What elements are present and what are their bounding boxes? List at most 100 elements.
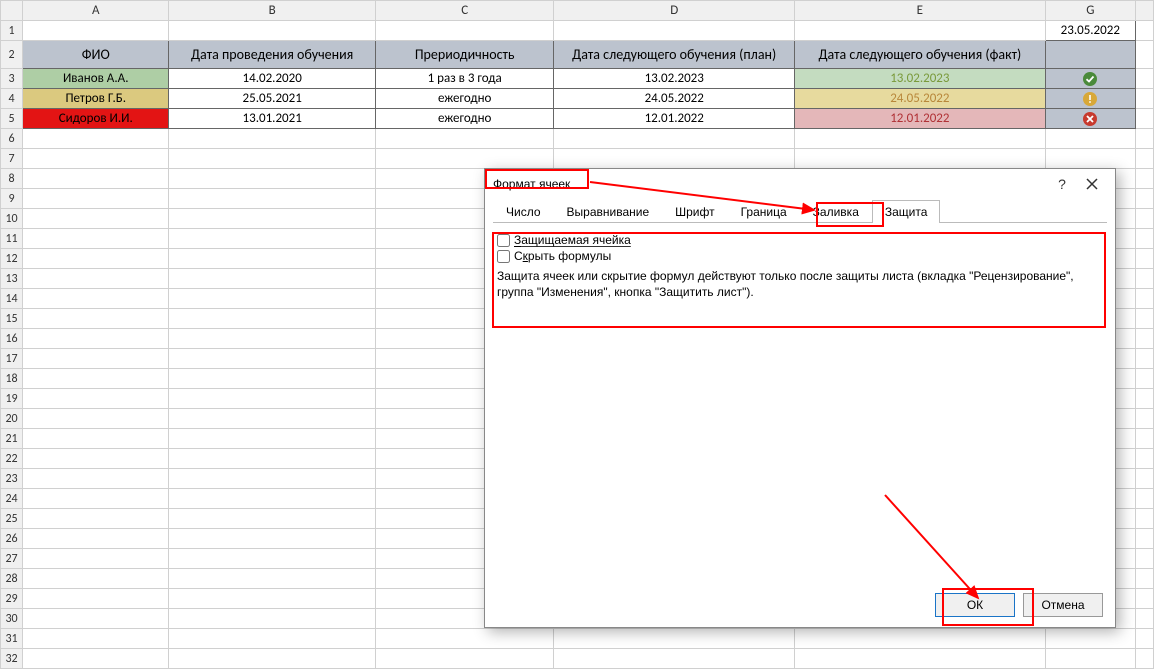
cell-r6c2[interactable] [375,129,553,149]
cell-r6c4[interactable] [795,129,1046,149]
dialog-tab-5[interactable]: Защита [872,200,941,223]
cell-r7c1[interactable] [169,149,376,169]
row-header-2[interactable]: 2 [1,41,23,69]
cell-r29c0[interactable] [23,589,169,609]
column-headers[interactable]: A B C D E G [1,1,1154,21]
cell-r30c0[interactable] [23,609,169,629]
cell-r26c1[interactable] [169,529,376,549]
cell-H4[interactable] [1135,89,1153,109]
cell-D1[interactable] [554,21,795,41]
row-header-3[interactable]: 3 [1,69,23,89]
cell-r32c6[interactable] [1135,649,1153,669]
cell-r8c0[interactable] [23,169,169,189]
cell-B1[interactable] [169,21,376,41]
cell-r30c6[interactable] [1135,609,1153,629]
cell-E2[interactable]: Дата следующего обучения (факт) [795,41,1046,69]
cell-r31c6[interactable] [1135,629,1153,649]
row-header-23[interactable]: 23 [1,469,23,489]
cell-r32c3[interactable] [554,649,795,669]
ok-button[interactable]: ОК [935,593,1015,617]
cell-r7c4[interactable] [795,149,1046,169]
row-header-10[interactable]: 10 [1,209,23,229]
cell-r25c0[interactable] [23,509,169,529]
cell-r11c1[interactable] [169,229,376,249]
row-header-4[interactable]: 4 [1,89,23,109]
cell-r14c1[interactable] [169,289,376,309]
cell-r7c3[interactable] [554,149,795,169]
cell-G1[interactable]: 23.05.2022 [1045,21,1135,41]
cell-r24c0[interactable] [23,489,169,509]
cell-G2[interactable] [1045,41,1135,69]
cell-r12c1[interactable] [169,249,376,269]
close-button[interactable] [1077,172,1107,196]
cell-D3[interactable]: 13.02.2023 [554,69,795,89]
cell-E4[interactable]: 24.05.2022 [795,89,1046,109]
cell-r26c6[interactable] [1135,529,1153,549]
cell-r27c6[interactable] [1135,549,1153,569]
cell-A2[interactable]: ФИО [23,41,169,69]
cell-r9c6[interactable] [1135,189,1153,209]
cell-r18c1[interactable] [169,369,376,389]
cell-r32c5[interactable] [1045,649,1135,669]
cell-r32c0[interactable] [23,649,169,669]
row-header-31[interactable]: 31 [1,629,23,649]
row-header-17[interactable]: 17 [1,349,23,369]
col-header-A[interactable]: A [23,1,169,21]
row-header-14[interactable]: 14 [1,289,23,309]
dialog-titlebar[interactable]: Формат ячеек ? [485,169,1115,199]
cell-r21c0[interactable] [23,429,169,449]
row-header-20[interactable]: 20 [1,409,23,429]
row-header-12[interactable]: 12 [1,249,23,269]
cell-B2[interactable]: Дата проведения обучения [169,41,376,69]
cell-G4[interactable] [1045,89,1135,109]
cell-r23c1[interactable] [169,469,376,489]
dialog-tab-4[interactable]: Заливка [800,200,872,223]
cell-r19c1[interactable] [169,389,376,409]
cell-r6c3[interactable] [554,129,795,149]
row-header-24[interactable]: 24 [1,489,23,509]
cell-A3[interactable]: Иванов А.А. [23,69,169,89]
cell-r28c1[interactable] [169,569,376,589]
cell-r19c6[interactable] [1135,389,1153,409]
cell-r15c1[interactable] [169,309,376,329]
cell-D5[interactable]: 12.01.2022 [554,109,795,129]
cell-r6c5[interactable] [1045,129,1135,149]
row-header-21[interactable]: 21 [1,429,23,449]
cell-r10c0[interactable] [23,209,169,229]
cell-r27c0[interactable] [23,549,169,569]
cell-r16c1[interactable] [169,329,376,349]
col-header-next[interactable] [1135,1,1153,21]
cell-r31c0[interactable] [23,629,169,649]
cell-A4[interactable]: Петров Г.Б. [23,89,169,109]
locked-cell-checkbox-row[interactable]: Защищаемая ячейка [497,233,1103,247]
col-header-G[interactable]: G [1045,1,1135,21]
cell-r25c1[interactable] [169,509,376,529]
cell-H1[interactable] [1135,21,1153,41]
hide-formulas-checkbox-row[interactable]: Скрыть формулы [497,249,1103,263]
hide-formulas-checkbox[interactable] [497,250,510,263]
row-header-15[interactable]: 15 [1,309,23,329]
cell-r29c1[interactable] [169,589,376,609]
row-header-8[interactable]: 8 [1,169,23,189]
row-header-16[interactable]: 16 [1,329,23,349]
cell-r7c0[interactable] [23,149,169,169]
cell-r30c1[interactable] [169,609,376,629]
cell-r17c0[interactable] [23,349,169,369]
cell-C2[interactable]: Прериодичность [375,41,553,69]
row-header-25[interactable]: 25 [1,509,23,529]
cell-C3[interactable]: 1 раз в 3 года [375,69,553,89]
cell-r18c6[interactable] [1135,369,1153,389]
row-header-7[interactable]: 7 [1,149,23,169]
row-header-6[interactable]: 6 [1,129,23,149]
cell-H5[interactable] [1135,109,1153,129]
cell-r24c6[interactable] [1135,489,1153,509]
cell-r6c0[interactable] [23,129,169,149]
cell-r9c1[interactable] [169,189,376,209]
row-header-18[interactable]: 18 [1,369,23,389]
cell-C5[interactable]: ежегодно [375,109,553,129]
cell-A5[interactable]: Сидоров И.И. [23,109,169,129]
cell-r9c0[interactable] [23,189,169,209]
cell-r28c6[interactable] [1135,569,1153,589]
cell-H2[interactable] [1135,41,1153,69]
cancel-button[interactable]: Отмена [1023,593,1103,617]
